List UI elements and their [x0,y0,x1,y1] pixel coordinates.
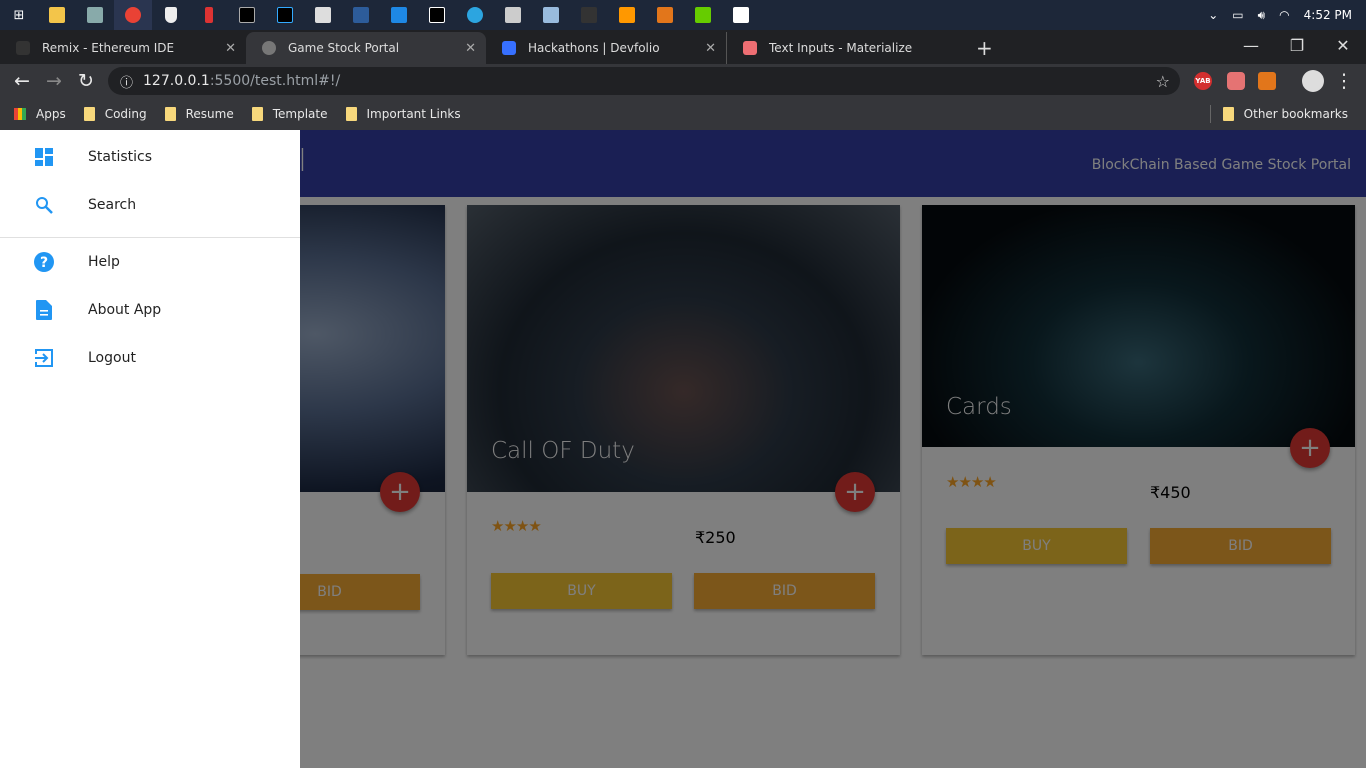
browser-toolbar: ← → ↻ ⓘ 127.0.0.1:5500/test.html#!/ ☆ YA… [0,64,1366,98]
description-icon [33,299,55,321]
sublime-icon[interactable] [608,0,646,30]
folder-icon [83,107,95,121]
url-host: 127.0.0.1 [143,73,210,89]
chevron-up-icon[interactable]: ⌄ [1208,8,1218,22]
sidenav-label: Help [88,254,120,270]
folder-icon [345,107,357,121]
yab-extension-icon[interactable]: YAB [1194,72,1212,90]
bookmark-coding[interactable]: Coding [83,107,147,121]
close-tab-icon[interactable]: ✕ [225,41,236,56]
bookmark-label: Important Links [366,107,461,121]
extension-icon[interactable] [1227,72,1245,90]
sidenav-label: Search [88,197,137,213]
windows-taskbar: ⊞ ⌄ ▭ 🔊︎ ◠ 4:52 PM [0,0,1366,30]
notepad-icon[interactable] [532,0,570,30]
svg-text:?: ? [40,255,48,271]
other-bookmarks[interactable]: Other bookmarks [1209,105,1348,123]
menu-kebab-icon[interactable]: ⋮ [1328,64,1360,98]
close-tab-icon[interactable]: ✕ [465,41,476,56]
audio-icon[interactable] [190,0,228,30]
materialize-icon [743,41,757,55]
logout-icon [33,347,55,369]
sidenav-item-about-app[interactable]: About App [0,286,300,334]
sidenav-item-logout[interactable]: Logout [0,334,300,382]
ethereum-icon [16,41,30,55]
tab-title: Hackathons | Devfolio [528,41,660,55]
url-path: :5500/test.html#!/ [209,73,341,89]
tab-game-stock-portal[interactable]: Game Stock Portal ✕ [246,32,486,64]
sidenav-item-search[interactable]: Search [0,181,300,229]
metamask-icon[interactable] [646,0,684,30]
terminal-icon[interactable] [570,0,608,30]
minimize-button[interactable]: — [1228,30,1274,60]
bookmark-label: Coding [104,107,147,121]
bookmark-template[interactable]: Template [251,107,328,121]
volume-icon[interactable]: 🔊︎ [1258,8,1266,23]
search-icon [33,194,55,216]
dashboard-icon [33,146,55,168]
tab-devfolio[interactable]: Hackathons | Devfolio ✕ [486,32,726,64]
bookmarks-bar: Apps Coding Resume Template Important Li… [0,98,1366,130]
sidenav-item-help[interactable]: ? Help [0,238,300,286]
intellij-icon[interactable] [266,0,304,30]
side-nav: Statistics Search ? Help About App Logou… [0,130,300,768]
vscode-icon[interactable] [380,0,418,30]
close-tab-icon[interactable]: ✕ [705,41,716,56]
tab-title: Remix - Ethereum IDE [42,41,175,55]
tab-remix[interactable]: Remix - Ethereum IDE ✕ [0,32,246,64]
info-icon[interactable]: ⓘ [120,72,133,91]
sidenav-label: Logout [88,350,136,366]
back-button[interactable]: ← [6,64,38,98]
chrome-icon[interactable] [114,0,152,30]
cmd-icon[interactable] [228,0,266,30]
help-icon: ? [33,251,55,273]
apps-grid-icon [14,108,26,120]
bookmark-label: Template [272,107,328,121]
telegram-icon[interactable] [456,0,494,30]
bookmark-star-icon[interactable]: ☆ [1156,72,1170,91]
system-tray: ⌄ ▭ 🔊︎ ◠ 4:52 PM [1208,0,1352,30]
profile-avatar[interactable] [1302,70,1324,92]
python-icon[interactable] [304,0,342,30]
sidenav-label: About App [88,302,162,318]
bookmark-apps[interactable]: Apps [14,107,66,121]
tab-materialize[interactable]: Text Inputs - Materialize [726,32,966,64]
sidenav-item-statistics[interactable]: Statistics [0,133,300,181]
defender-icon[interactable] [152,0,190,30]
camtasia-icon[interactable] [684,0,722,30]
webstorm-icon[interactable] [418,0,456,30]
address-bar[interactable]: ⓘ 127.0.0.1:5500/test.html#!/ ☆ [108,67,1180,95]
bookmark-label: Apps [36,107,66,121]
wifi-icon[interactable]: ◠ [1279,8,1289,22]
forward-button[interactable]: → [38,64,70,98]
page-content: al BlockChain Based Game Stock Portal + … [0,130,1366,768]
reload-button[interactable]: ↻ [70,64,102,98]
folder-icon [251,107,263,121]
bookmark-resume[interactable]: Resume [164,107,234,121]
photos-icon[interactable] [722,0,760,30]
task-manager-icon[interactable] [76,0,114,30]
tab-title: Text Inputs - Materialize [769,41,913,55]
folder-icon [1222,107,1234,121]
restore-button[interactable]: ❐ [1274,30,1320,60]
globe-icon [262,41,276,55]
windows-start-icon[interactable]: ⊞ [0,0,38,30]
bookmark-label: Resume [185,107,234,121]
devfolio-icon [502,41,516,55]
tab-title: Game Stock Portal [288,41,400,55]
metamask-extension-icon[interactable] [1258,72,1276,90]
mysql-icon[interactable] [342,0,380,30]
folder-icon [164,107,176,121]
bookmark-important-links[interactable]: Important Links [345,107,461,121]
tab-strip: Remix - Ethereum IDE ✕ Game Stock Portal ✕… [0,30,1366,64]
close-window-button[interactable]: ✕ [1320,30,1366,60]
file-explorer-icon[interactable] [38,0,76,30]
new-tab-button[interactable]: + [966,32,1006,64]
sidenav-label: Statistics [88,149,152,165]
bookmark-label: Other bookmarks [1243,107,1348,121]
battery-icon[interactable]: ▭ [1232,8,1243,22]
clock[interactable]: 4:52 PM [1304,8,1352,22]
app-icon[interactable] [494,0,532,30]
